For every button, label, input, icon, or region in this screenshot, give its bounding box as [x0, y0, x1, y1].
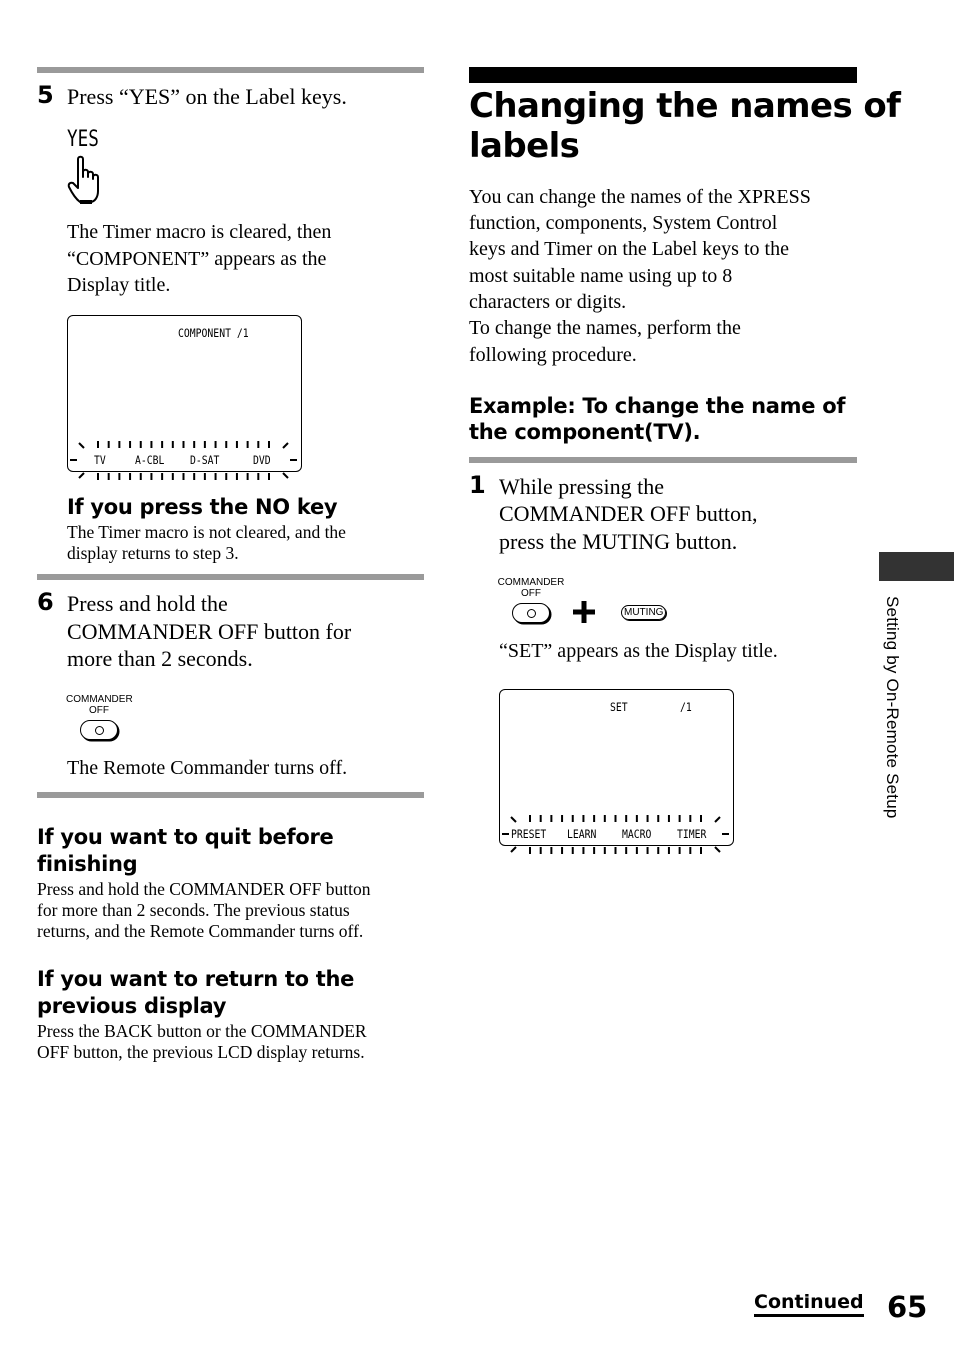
tip-heading-line: previous display [37, 994, 227, 1018]
example-heading-line: the component(TV). [469, 420, 701, 444]
title-rule [469, 67, 857, 83]
page-number: 65 [887, 1290, 928, 1324]
tip-line: returns, and the Remote Commander turns … [37, 921, 364, 941]
ray-mark [714, 816, 721, 823]
step-result-line: Display title. [67, 274, 171, 296]
ray-mark [510, 816, 517, 823]
note-line: display returns to step 3. [67, 543, 239, 563]
circle-icon [527, 609, 536, 618]
step-result-line: “COMPONENT” appears as the [67, 248, 327, 270]
step-number: 1 [469, 471, 486, 499]
step-number: 5 [37, 81, 54, 109]
ray-mark [282, 442, 289, 449]
section-rule [37, 67, 424, 73]
step-instruction-line: press the MUTING button. [499, 529, 738, 554]
example-heading-line: Example: To change the name of [469, 394, 846, 418]
note-line: The Timer macro is not cleared, and the [67, 522, 346, 542]
lcd-title: SET [610, 700, 628, 714]
intro-line: function, components, System Control [469, 212, 778, 234]
step-instruction-line: more than 2 seconds. [67, 646, 253, 671]
commander-off-button[interactable] [80, 720, 118, 740]
intro-line: To change the names, perform the [469, 317, 741, 339]
ray-mark [78, 472, 85, 479]
blink-rays-icon [70, 441, 297, 480]
tip-heading-line: finishing [37, 852, 138, 876]
plus-icon [573, 601, 595, 623]
circle-icon [95, 726, 104, 735]
tip-heading-line: If you want to return to the [37, 967, 355, 991]
lcd-title: COMPONENT /1 [178, 326, 249, 340]
tip-heading-line: If you want to quit before [37, 825, 334, 849]
step-instruction-line: COMMANDER OFF button for [67, 619, 352, 644]
section-rule [37, 574, 424, 580]
page-title-line: Changing the names of [469, 86, 901, 126]
commander-off-label: COMMANDER OFF [497, 577, 565, 599]
step-instruction-line: While pressing the [499, 474, 664, 499]
blink-rays-icon [502, 815, 729, 854]
intro-line: following procedure. [469, 344, 637, 366]
tip-line: Press the BACK button or the COMMANDER [37, 1021, 367, 1041]
ray-mark [510, 846, 517, 853]
section-rule [37, 792, 424, 798]
ray-mark [282, 472, 289, 479]
tip-line: Press and hold the COMMANDER OFF button [37, 879, 371, 899]
intro-line: You can change the names of the XPRESS [469, 186, 811, 208]
button-label-line: COMMANDER [66, 694, 133, 705]
step-instruction-line: COMMANDER OFF button, [499, 501, 758, 526]
commander-off-button[interactable] [512, 603, 550, 623]
commander-off-label: COMMANDER OFF [66, 694, 133, 716]
intro-line: characters or digits. [469, 291, 627, 313]
yes-key-label: YES [67, 127, 99, 152]
tip-line: OFF button, the previous LCD display ret… [37, 1042, 365, 1062]
chapter-label: Setting by On-Remote Setup [883, 596, 902, 819]
ray-mark [78, 442, 85, 449]
step-result-line: The Timer macro is cleared, then [67, 221, 332, 243]
step-instruction-line: Press and hold the [67, 591, 228, 616]
step-result: The Remote Commander turns off. [67, 757, 348, 779]
lcd-page: /1 [680, 700, 692, 714]
button-label-line: COMMANDER [497, 577, 565, 588]
ray-mark [714, 846, 721, 853]
intro-line: most suitable name using up to 8 [469, 265, 733, 287]
step-result: “SET” appears as the Display title. [499, 640, 778, 662]
section-rule [469, 457, 857, 463]
pointing-hand-icon [67, 155, 99, 204]
continued-label: Continued [754, 1291, 864, 1317]
chapter-tab [879, 552, 954, 581]
tip-line: for more than 2 seconds. The previous st… [37, 900, 350, 920]
muting-button[interactable]: MUTING [621, 605, 667, 620]
button-label-line: OFF [89, 705, 109, 716]
button-label-line: OFF [521, 588, 541, 599]
page-title-line: labels [469, 126, 580, 166]
note-heading: If you press the NO key [67, 495, 338, 519]
step-instruction: Press “YES” on the Label keys. [67, 84, 347, 109]
step-number: 6 [37, 588, 54, 616]
intro-line: keys and Timer on the Label keys to the [469, 238, 789, 260]
